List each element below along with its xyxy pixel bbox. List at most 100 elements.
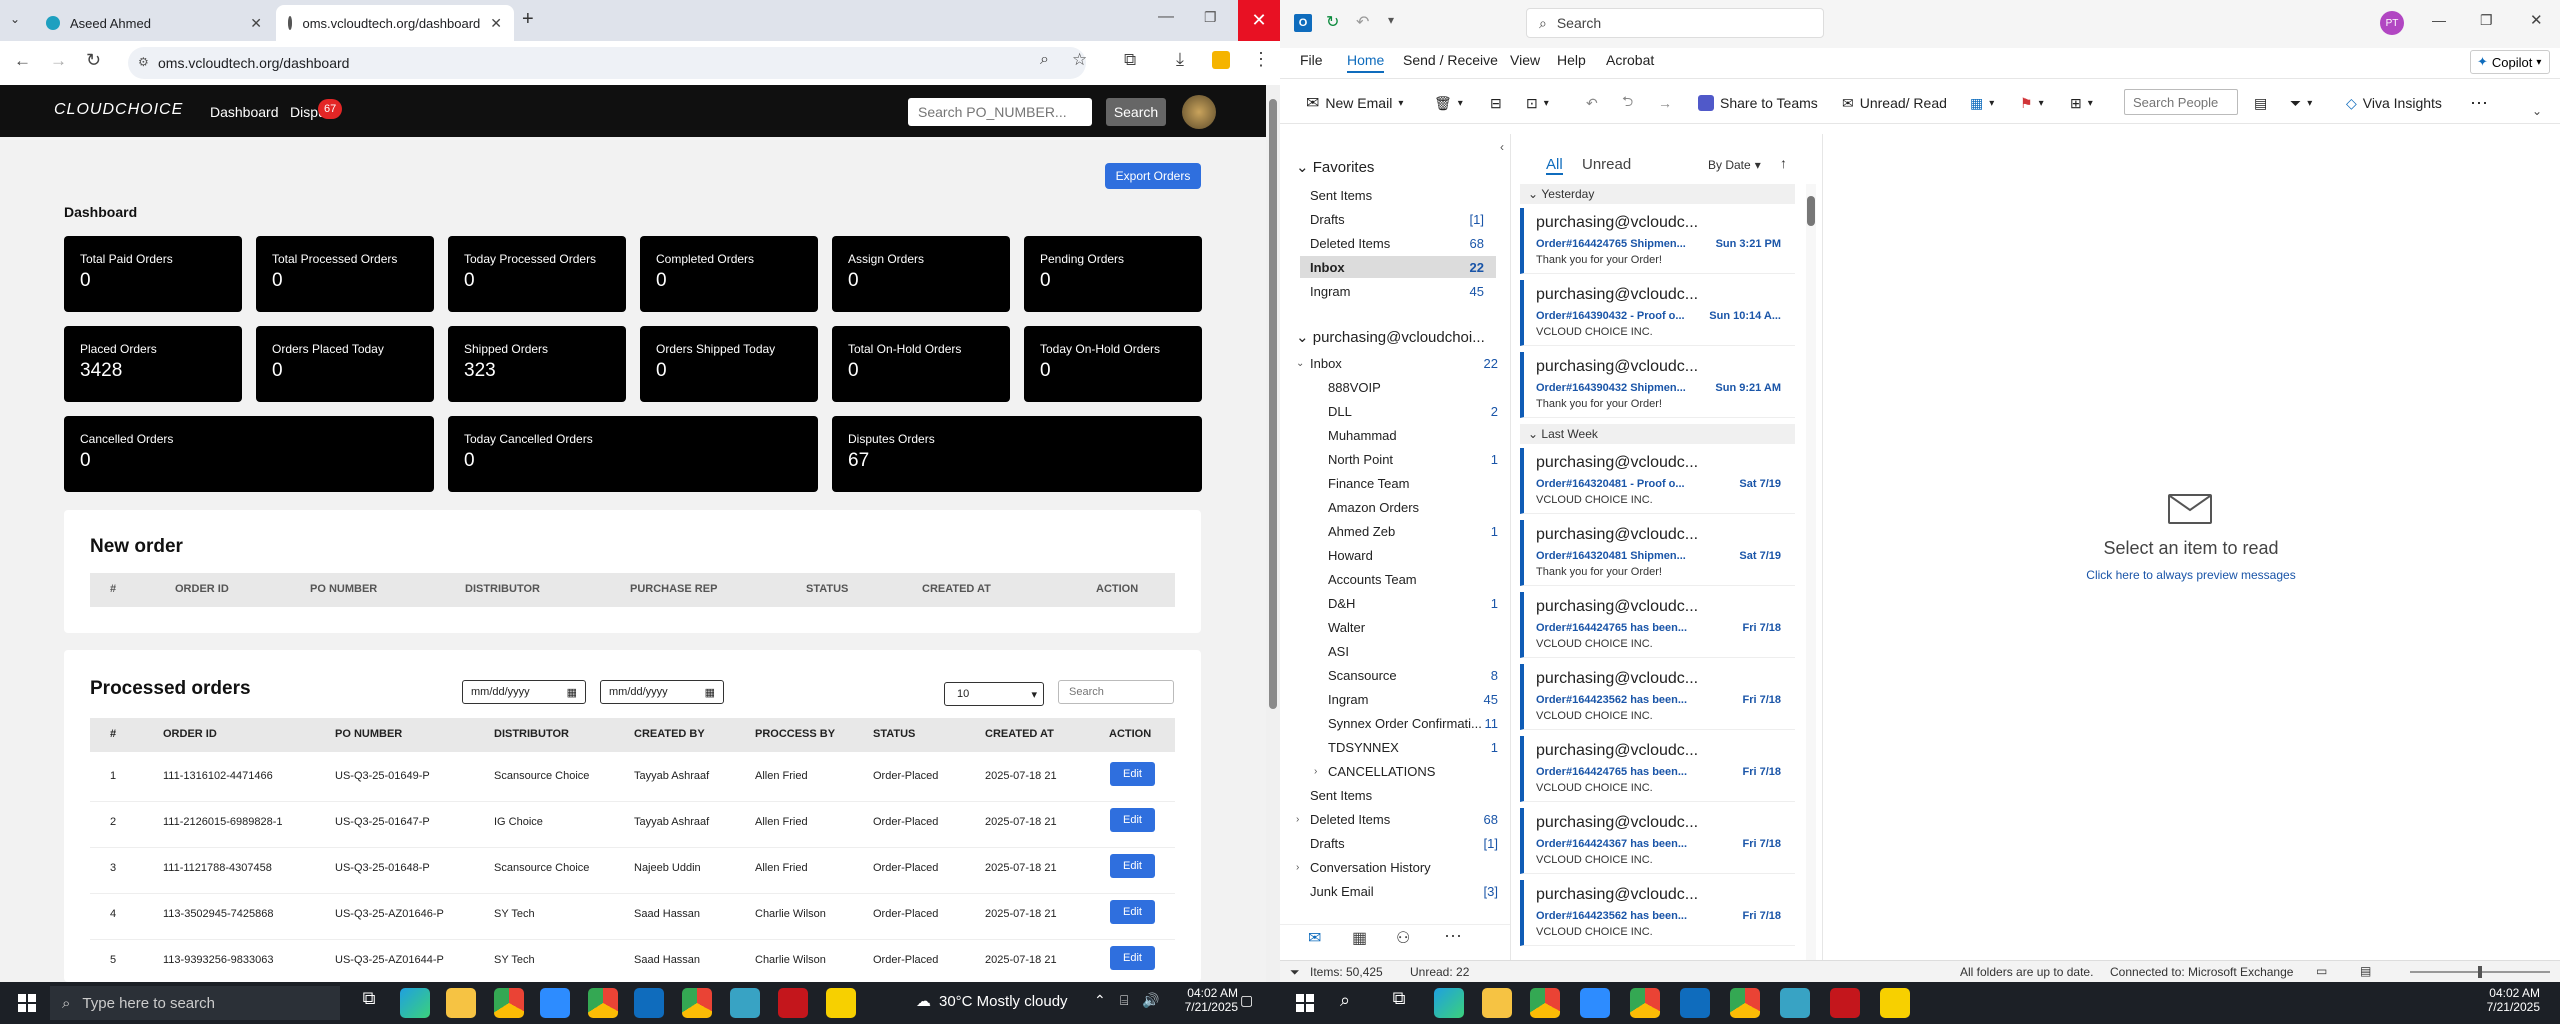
mail-folder[interactable]: › Conversation History: [1296, 856, 1510, 878]
reload-icon[interactable]: ↻: [86, 50, 101, 71]
filter-all-tab[interactable]: All: [1546, 156, 1563, 175]
chevron-down-icon[interactable]: ⌄: [1296, 358, 1304, 369]
new-order-column-header[interactable]: #: [110, 583, 116, 595]
message-item[interactable]: purchasing@vcloudc... Order#164424367 has…: [1520, 808, 1795, 874]
favorite-folder[interactable]: Inbox 22: [1300, 256, 1496, 278]
tab-aseed-ahmed[interactable]: Aseed Ahmed ✕: [34, 5, 274, 41]
close-window-button[interactable]: ✕: [1238, 0, 1280, 41]
maximize-icon[interactable]: ❐: [2480, 12, 2493, 29]
mail-folder[interactable]: Synnex Order Confirmati... 11: [1318, 712, 1510, 734]
chrome-icon[interactable]: [1530, 988, 1560, 1018]
edit-order-button[interactable]: Edit: [1110, 854, 1155, 878]
app-icon[interactable]: [1780, 988, 1810, 1018]
po-search-input[interactable]: [908, 98, 1092, 126]
favorites-header[interactable]: ⌄ Favorites: [1296, 158, 1374, 176]
filter-email-button[interactable]: ⏷ ▾: [2290, 88, 2312, 118]
reply-all-button[interactable]: ⮌: [1622, 88, 1633, 118]
processed-column-header[interactable]: DISTRIBUTOR: [494, 728, 569, 740]
more-options-icon[interactable]: ⋯: [2470, 88, 2488, 118]
mail-folder[interactable]: DLL 2: [1318, 400, 1510, 422]
app-icon[interactable]: [730, 988, 760, 1018]
processed-column-header[interactable]: PO NUMBER: [335, 728, 402, 740]
cloudchoice-logo[interactable]: CLOUDCHOICE: [54, 101, 183, 119]
collapse-pane-icon[interactable]: ‹: [1500, 140, 1504, 154]
minimize-icon[interactable]: —: [1158, 8, 1174, 26]
new-order-column-header[interactable]: ACTION: [1096, 583, 1138, 595]
processed-search-input[interactable]: [1058, 680, 1174, 704]
customize-quick-access-icon[interactable]: ▾: [1388, 13, 1394, 27]
scrollbar-thumb[interactable]: [1807, 196, 1815, 226]
filter-unread-tab[interactable]: Unread: [1582, 156, 1631, 173]
processed-column-header[interactable]: CREATED BY: [634, 728, 705, 740]
mail-folder[interactable]: 888VOIP: [1318, 376, 1510, 398]
processed-column-header[interactable]: PROCCESS BY: [755, 728, 835, 740]
stat-card[interactable]: Pending Orders 0: [1024, 236, 1202, 312]
chrome-icon[interactable]: [588, 988, 618, 1018]
new-order-column-header[interactable]: PURCHASE REP: [630, 583, 717, 595]
user-avatar[interactable]: [1182, 95, 1216, 129]
new-order-column-header[interactable]: STATUS: [806, 583, 848, 595]
processed-column-header[interactable]: #: [110, 728, 116, 740]
bookmark-star-icon[interactable]: ☆: [1072, 50, 1087, 70]
outlook-search-box[interactable]: ⌕ Search: [1526, 8, 1824, 38]
archive-button[interactable]: ⊟: [1490, 88, 1502, 118]
task-view-icon[interactable]: ⧉: [1384, 988, 1414, 1018]
favorite-folder[interactable]: Drafts [1]: [1300, 208, 1496, 230]
address-book-button[interactable]: ▤: [2254, 88, 2267, 118]
stat-card[interactable]: Orders Shipped Today 0: [640, 326, 818, 402]
message-item[interactable]: purchasing@vcloudc... Order#164424765 Shi…: [1520, 208, 1795, 274]
mail-folder[interactable]: D&H 1: [1318, 592, 1510, 614]
reading-view-icon[interactable]: ▤: [2360, 964, 2371, 978]
stat-card[interactable]: Shipped Orders 323: [448, 326, 626, 402]
new-order-column-header[interactable]: PO NUMBER: [310, 583, 377, 595]
mail-folder[interactable]: Walter: [1318, 616, 1510, 638]
always-preview-link[interactable]: Click here to always preview messages: [1822, 568, 2560, 582]
send-receive-icon[interactable]: ↻: [1326, 12, 1339, 32]
mail-folder[interactable]: ⌄ Inbox 22: [1296, 352, 1510, 374]
task-view-icon[interactable]: ⧉: [354, 988, 384, 1018]
viva-insights-button[interactable]: ◇ Viva Insights: [2346, 88, 2442, 118]
zoom-app-icon[interactable]: [1580, 988, 1610, 1018]
mail-folder[interactable]: Sent Items: [1300, 784, 1510, 806]
mail-folder[interactable]: › Deleted Items 68: [1296, 808, 1510, 830]
back-icon[interactable]: ←: [14, 51, 31, 71]
chevron-right-icon[interactable]: ›: [1314, 766, 1317, 777]
stat-card[interactable]: Assign Orders 0: [832, 236, 1010, 312]
menu-tab-help[interactable]: Help: [1557, 52, 1586, 68]
people-icon[interactable]: ⚇: [1396, 928, 1410, 948]
group-header-last-week[interactable]: ⌄ Last Week: [1520, 424, 1795, 444]
delete-button[interactable]: 🗑 ▾: [1434, 88, 1463, 118]
extensions-icon[interactable]: ⧉: [1124, 50, 1136, 70]
processed-column-header[interactable]: CREATED AT: [985, 728, 1054, 740]
chrome-icon[interactable]: [1730, 988, 1760, 1018]
acrobat-icon[interactable]: [1830, 988, 1860, 1018]
rules-button[interactable]: ⊞ ▾: [2070, 88, 2093, 118]
search-icon[interactable]: ⌕: [1340, 990, 1350, 1011]
mail-folder[interactable]: Accounts Team: [1318, 568, 1510, 590]
mail-folder[interactable]: Junk Email [3]: [1300, 880, 1510, 902]
message-item[interactable]: purchasing@vcloudc... Order#164390432 Shi…: [1520, 352, 1795, 418]
notifications-icon[interactable]: ▢: [1240, 992, 1253, 1009]
clock[interactable]: 04:02 AM 7/21/2025: [1166, 986, 1238, 1014]
tab-list-chevron-icon[interactable]: ⌄: [10, 12, 20, 26]
new-tab-button[interactable]: +: [522, 8, 534, 31]
chrome-icon[interactable]: [682, 988, 712, 1018]
zoom-slider-thumb[interactable]: [2478, 966, 2482, 978]
clock[interactable]: 04:02 AM 7/21/2025: [2470, 986, 2540, 1014]
chrome-icon[interactable]: [494, 988, 524, 1018]
stat-card[interactable]: Placed Orders 3428: [64, 326, 242, 402]
stat-card[interactable]: Today On-Hold Orders 0: [1024, 326, 1202, 402]
end-date-input[interactable]: mm/dd/yyyy ▦: [600, 680, 724, 704]
new-order-column-header[interactable]: DISTRIBUTOR: [465, 583, 540, 595]
sticky-notes-icon[interactable]: [1880, 988, 1910, 1018]
group-header-yesterday[interactable]: ⌄ Yesterday: [1520, 184, 1795, 204]
message-list-scrollbar[interactable]: [1806, 184, 1816, 960]
edge-icon[interactable]: [400, 988, 430, 1018]
stat-card[interactable]: Cancelled Orders 0: [64, 416, 434, 492]
mail-folder[interactable]: Ahmed Zeb 1: [1318, 520, 1510, 542]
mail-folder[interactable]: Drafts [1]: [1300, 832, 1510, 854]
menu-tab-view[interactable]: View: [1510, 52, 1540, 68]
undo-icon[interactable]: ↶: [1356, 12, 1369, 32]
zoom-icon[interactable]: ⌕: [1040, 51, 1049, 69]
edit-order-button[interactable]: Edit: [1110, 946, 1155, 970]
